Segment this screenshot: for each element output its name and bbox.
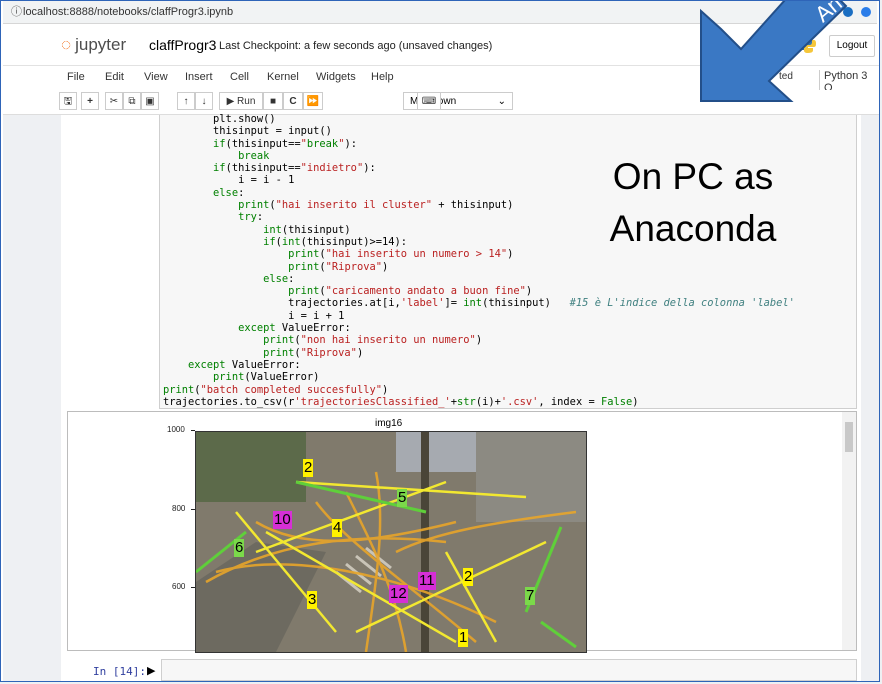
code-line: break [238, 149, 270, 162]
cluster-label: 2 [463, 568, 474, 586]
menu-file[interactable]: File [67, 71, 85, 83]
code-line: thisinput = input() [213, 125, 332, 138]
run-cell-icon[interactable]: ▶ [147, 664, 155, 677]
code-line: except ValueError: [238, 322, 351, 335]
output-scrollbar[interactable] [842, 412, 856, 650]
input-prompt: In [14]: [93, 665, 146, 678]
cluster-label: 1 [458, 629, 469, 647]
menu-insert[interactable]: Insert [185, 71, 213, 83]
code-line: print("caricamento andato a buon fine") [288, 285, 533, 298]
jupyter-logo-icon: ◌ [61, 35, 72, 54]
menu-cell[interactable]: Cell [230, 71, 249, 83]
code-line: try: [238, 211, 264, 224]
code-line: i = i - 1 [238, 174, 295, 187]
code-line: if(thisinput=="indietro"): [213, 162, 376, 175]
code-line: i = i + 1 [288, 309, 345, 322]
browser-window: ⓘ localhost:8888/notebooks/claffProgr3.i… [0, 0, 880, 682]
restart-icon[interactable]: C [283, 92, 303, 110]
move-down-icon[interactable]: ↓ [195, 92, 213, 110]
menu-widgets[interactable]: Widgets [316, 71, 356, 83]
info-icon[interactable]: ⓘ [11, 1, 22, 23]
y-tick-label: 1000 [167, 425, 185, 434]
menu-kernel[interactable]: Kernel [267, 71, 299, 83]
menu-help[interactable]: Help [371, 71, 394, 83]
code-line: if(int(thisinput)>=14): [263, 235, 408, 248]
jupyter-logo[interactable]: ◌ jupyter [61, 35, 126, 55]
cut-icon[interactable]: ✂ [105, 92, 123, 110]
add-cell-icon[interactable]: + [81, 92, 99, 110]
plot-title: img16 [375, 418, 403, 429]
code-line: print("batch completed succesfully") [163, 383, 389, 396]
code-line: print("hai inserito un numero > 14") [288, 248, 514, 261]
trajectory-image [195, 431, 587, 653]
cluster-label: 12 [389, 585, 408, 603]
menu-view[interactable]: View [144, 71, 168, 83]
code-line: print("non hai inserito un numero") [263, 334, 483, 347]
cluster-label: 10 [273, 511, 292, 529]
code-line: print("hai inserito il cluster" + thisin… [238, 199, 514, 212]
run-button[interactable]: ▶ Run [219, 92, 263, 110]
code-line: print("Riprova") [288, 260, 389, 273]
code-line: trajectories.at[i,'label']= int(thisinpu… [163, 297, 795, 310]
checkpoint-status: Last Checkpoint: a few seconds ago (unsa… [219, 40, 493, 52]
cluster-label: 4 [332, 519, 343, 537]
keyboard-icon[interactable]: ⌨ [417, 92, 441, 110]
y-tick-label: 600 [172, 582, 186, 591]
code-input[interactable] [161, 659, 857, 681]
code-line: else: [263, 272, 295, 285]
url-text[interactable]: localhost:8888/notebooks/claffProgr3.ipy… [23, 1, 233, 23]
chevron-down-icon: ⌄ [497, 96, 506, 107]
cluster-label: 3 [307, 591, 318, 609]
code-line: else: [213, 186, 245, 199]
arrow-annotation: An [700, 1, 848, 102]
cluster-label: 7 [525, 587, 536, 605]
save-icon[interactable]: 🖫 [59, 92, 77, 110]
fast-forward-icon[interactable]: ⏩ [303, 92, 323, 110]
cluster-label: 2 [303, 459, 314, 477]
menu-edit[interactable]: Edit [105, 71, 124, 83]
code-line: if(thisinput=="break"): [213, 137, 357, 150]
y-tick-label: 800 [172, 504, 186, 513]
notebook-name[interactable]: claffProgr3 [149, 37, 216, 53]
code-line: print(ValueError) [213, 371, 320, 384]
cluster-label: 5 [397, 489, 408, 507]
annotation-text: On PC as Anaconda [609, 156, 777, 249]
cluster-label: 6 [234, 539, 245, 557]
code-line: plt.show() [213, 113, 276, 125]
copy-icon[interactable]: ⧉ [123, 92, 141, 110]
code-line: except ValueError: [188, 358, 301, 371]
move-up-icon[interactable]: ↑ [177, 92, 195, 110]
code-line: print("Riprova") [263, 346, 364, 359]
paste-icon[interactable]: ▣ [141, 92, 159, 110]
cluster-label: 11 [418, 572, 436, 590]
scrollbar-thumb[interactable] [845, 422, 853, 452]
code-line: trajectories.to_csv(r'trajectoriesClassi… [163, 395, 639, 408]
street-scene [196, 432, 586, 652]
stop-icon[interactable]: ■ [263, 92, 283, 110]
code-line: int(thisinput) [263, 223, 351, 236]
